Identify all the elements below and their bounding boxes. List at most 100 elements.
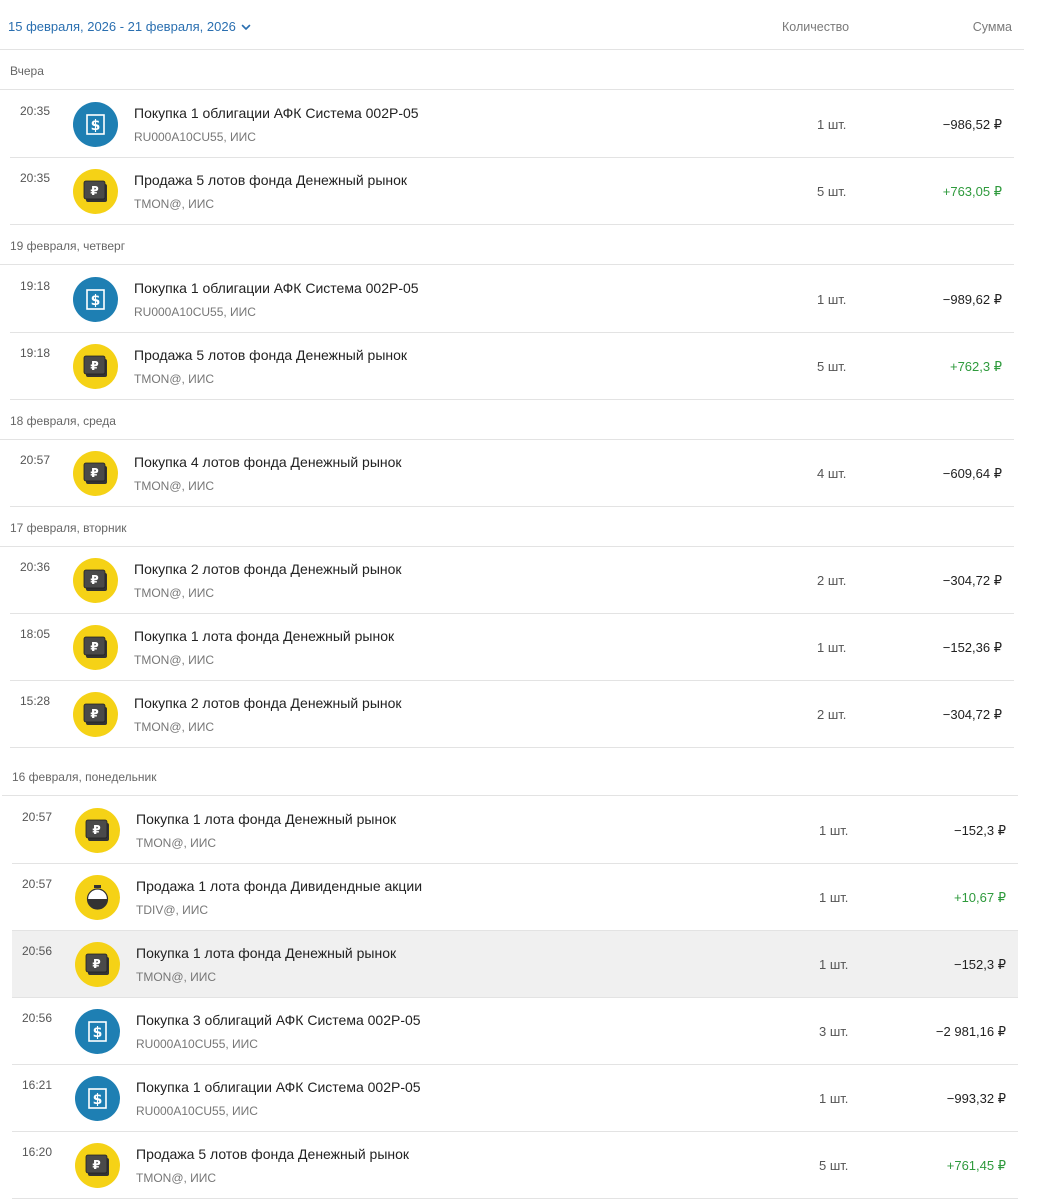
operation-time: 16:20 [22,1145,53,1159]
operation-ticker: RU000A10CU55, ИИС [136,1037,258,1051]
operation-time: 20:57 [22,877,53,891]
date-group-label: 19 февраля, четверг [10,239,126,253]
date-group-header: 17 февраля, вторник [0,507,1014,547]
operation-quantity: 1 шт. [817,117,847,132]
date-range-picker[interactable]: 15 февраля, 2026 - 21 февраля, 2026 [8,19,252,34]
svg-text:₽: ₽ [90,640,98,654]
operation-ticker: TMON@, ИИС [136,1171,217,1185]
bond-icon: $ [73,102,118,147]
bond-icon: $ [75,1009,120,1054]
fund-ruble-icon: ₽ [73,169,118,214]
operation-quantity: 5 шт. [817,184,847,199]
operation-row[interactable]: 20:56 ₽ Покупка 1 лота фонда Денежный ры… [12,931,1018,998]
operation-title: Продажа 1 лота фонда Дивидендные акции [136,878,423,894]
fund-ruble-icon: ₽ [73,451,118,496]
operation-row[interactable]: 20:57 ₽ Покупка 4 лотов фонда Денежный р… [10,440,1014,507]
operation-time: 20:35 [20,171,51,185]
operation-title: Покупка 3 облигаций АФК Система 002Р-05 [136,1012,421,1028]
operation-sum: +763,05 ₽ [942,184,1002,199]
operation-row[interactable]: 20:56 $ Покупка 3 облигаций АФК Система … [12,998,1018,1065]
date-group-label: Вчера [10,64,44,78]
date-group-label: 16 февраля, понедельник [12,770,157,784]
operation-time: 19:18 [20,279,51,293]
operation-time: 18:05 [20,627,51,641]
operation-title: Покупка 1 облигации АФК Система 002Р-05 [136,1079,421,1095]
operation-title: Покупка 4 лотов фонда Денежный рынок [134,454,402,470]
chevron-down-icon [241,24,251,30]
operation-row[interactable]: 20:36 ₽ Покупка 2 лотов фонда Денежный р… [10,547,1014,614]
operations-header: 15 февраля, 2026 - 21 февраля, 2026 Коли… [0,0,1024,50]
column-header-sum: Сумма [972,20,1012,34]
operation-quantity: 1 шт. [819,957,849,972]
operation-row[interactable]: 20:35 $ Покупка 1 облигации АФК Система … [10,91,1014,158]
bond-icon: $ [73,277,118,322]
operation-quantity: 1 шт. [819,1091,849,1106]
operation-title: Покупка 1 лота фонда Денежный рынок [134,628,395,644]
operation-title: Покупка 1 облигации АФК Система 002Р-05 [134,105,419,121]
bond-icon: $ [75,1076,120,1121]
operation-ticker: TMON@, ИИС [134,197,215,211]
operation-sum: −986,52 ₽ [942,117,1002,132]
operation-row[interactable]: 18:05 ₽ Покупка 1 лота фонда Денежный ры… [10,614,1014,681]
operation-ticker: RU000A10CU55, ИИС [134,130,256,144]
operation-title: Покупка 1 облигации АФК Система 002Р-05 [134,280,419,296]
fund-ruble-icon: ₽ [73,344,118,389]
operation-time: 20:57 [22,810,53,824]
operation-quantity: 5 шт. [817,359,847,374]
operation-sum: −152,3 ₽ [953,957,1006,972]
operation-title: Продажа 5 лотов фонда Денежный рынок [134,347,408,363]
date-range-label: 15 февраля, 2026 - 21 февраля, 2026 [8,19,236,34]
operation-quantity: 3 шт. [819,1024,849,1039]
operation-time: 20:57 [20,453,51,467]
fund-ruble-icon: ₽ [75,942,120,987]
operation-ticker: TMON@, ИИС [136,970,217,984]
svg-text:$: $ [91,118,101,134]
svg-text:$: $ [91,293,101,309]
fund-ruble-icon: ₽ [73,558,118,603]
operation-ticker: RU000A10CU55, ИИС [136,1104,258,1118]
operation-quantity: 1 шт. [819,890,849,905]
fund-ruble-icon: ₽ [75,1143,120,1188]
operations-page: 15 февраля, 2026 - 21 февраля, 2026 Коли… [0,0,1052,1200]
fund-ruble-icon: ₽ [73,692,118,737]
operation-ticker: TDIV@, ИИС [136,903,209,917]
svg-text:₽: ₽ [92,823,100,837]
date-group-header: 16 февраля, понедельник [2,756,1018,796]
svg-text:$: $ [93,1092,103,1108]
operation-quantity: 2 шт. [817,707,847,722]
operation-ticker: TMON@, ИИС [134,372,215,386]
operation-quantity: 2 шт. [817,573,847,588]
svg-text:₽: ₽ [92,957,100,971]
operation-ticker: TMON@, ИИС [136,836,217,850]
fund-dividend-icon [75,875,120,920]
operation-quantity: 1 шт. [817,292,847,307]
operation-time: 20:36 [20,560,51,574]
operation-title: Покупка 1 лота фонда Денежный рынок [136,945,397,961]
operation-sum: −152,36 ₽ [942,640,1002,655]
operation-row[interactable]: 20:57 ₽ Покупка 1 лота фонда Денежный ры… [12,797,1018,864]
operation-sum: −304,72 ₽ [942,573,1002,588]
operation-sum: −993,32 ₽ [946,1091,1006,1106]
operation-ticker: TMON@, ИИС [134,586,215,600]
column-header-quantity: Количество [782,20,850,34]
operation-row[interactable]: 19:18 ₽ Продажа 5 лотов фонда Денежный р… [10,333,1014,400]
operation-sum: −2 981,16 ₽ [935,1024,1006,1039]
svg-text:₽: ₽ [90,359,98,373]
operation-quantity: 1 шт. [817,640,847,655]
operation-time: 15:28 [20,694,51,708]
operation-time: 20:35 [20,104,51,118]
operation-ticker: TMON@, ИИС [134,479,215,493]
operation-time: 20:56 [22,944,53,958]
operation-row[interactable]: 15:28 ₽ Покупка 2 лотов фонда Денежный р… [10,681,1014,748]
operation-ticker: TMON@, ИИС [134,653,215,667]
operation-quantity: 4 шт. [817,466,847,481]
operation-row[interactable]: 20:35 ₽ Продажа 5 лотов фонда Денежный р… [10,158,1014,225]
operation-row[interactable]: 19:18 $ Покупка 1 облигации АФК Система … [10,266,1014,333]
operation-row[interactable]: 16:21 $ Покупка 1 облигации АФК Система … [12,1065,1018,1132]
date-group-label: 17 февраля, вторник [10,521,127,535]
operation-row[interactable]: 16:20 ₽ Продажа 5 лотов фонда Денежный р… [12,1132,1018,1199]
operation-sum: −152,3 ₽ [953,823,1006,838]
operation-row[interactable]: 20:57 Продажа 1 лота фонда Дивидендные а… [12,864,1018,931]
svg-text:$: $ [93,1025,103,1041]
operation-ticker: RU000A10CU55, ИИС [134,305,256,319]
